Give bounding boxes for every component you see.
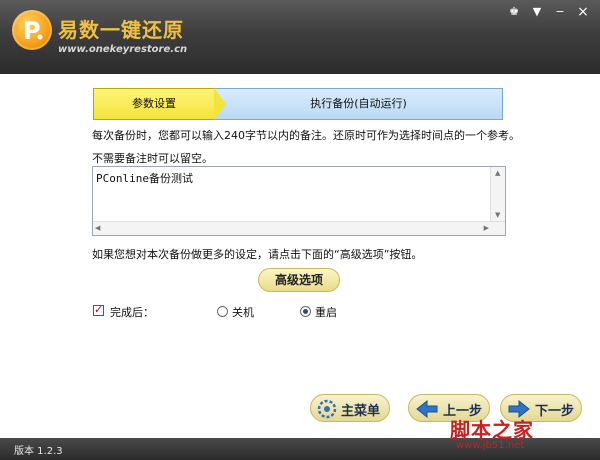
scroll-left-icon[interactable]: ◀ [95,224,100,232]
vertical-scrollbar[interactable]: ▲ ▼ [490,167,505,223]
horizontal-scrollbar[interactable]: ◀ ▶ [93,221,505,235]
version-label: 版本 1.2.3 [14,446,63,457]
advanced-hint: 如果您想对本次备份做更多的设定，请点击下面的“高级选项”按钮。 [92,248,423,261]
app-url: www.onekeyrestore.cn [58,44,188,55]
main-menu-icon [317,399,337,419]
step-arrow-icon [214,88,226,120]
advanced-options-button[interactable]: 高级选项 [258,268,340,292]
watermark-url: www.jb51.net [456,440,525,451]
main-menu-label: 主菜单 [341,404,381,419]
after-completion-label: 完成后： [110,306,154,319]
app-title: 易数一键还原 [58,18,184,42]
shutdown-label: 关机 [232,306,254,319]
svg-text:P: P [23,17,41,45]
scroll-right-icon[interactable]: ▶ [484,224,489,232]
scroll-down-icon[interactable]: ▼ [495,211,500,219]
backup-note-textarea[interactable]: PConline备份测试 ▲ ▼ ◀ ▶ [92,166,506,236]
backup-note-value: PConline备份测试 [96,172,193,185]
app-logo-icon: P [12,10,52,50]
restart-label: 重启 [315,306,337,319]
title-bar: P 易数一键还原 www.onekeyrestore.cn ♚ ▼ − × [0,0,600,74]
arrow-left-icon [416,399,438,419]
step-parameter-settings: 参数设置 [93,88,215,120]
main-menu-button[interactable]: 主菜单 [310,394,390,422]
watermark-text: 脚本之家 [450,418,534,442]
shutdown-radio[interactable] [217,306,228,317]
menu-dropdown-icon[interactable]: ▼ [528,4,546,20]
minimize-icon[interactable]: − [551,4,569,20]
after-completion-checkbox[interactable] [93,303,104,316]
scroll-up-icon[interactable]: ▲ [495,169,500,177]
note-instruction: 每次备份时，您都可以输入240字节以内的备注。还原时可作为选择时间点的一个参考。 [92,129,520,142]
next-step-label: 下一步 [535,404,575,419]
step-parameter-settings-label: 参数设置 [132,97,176,110]
skin-icon[interactable]: ♚ [505,4,523,20]
close-icon[interactable]: × [574,4,592,20]
step-indicator: 执行备份(自动运行) 参数设置 [93,88,503,120]
note-optional-hint: 不需要备注时可以留空。 [92,152,213,165]
restart-radio[interactable] [300,306,311,317]
step-execute-backup-label: 执行备份(自动运行) [310,97,407,110]
step-execute-backup: 执行备份(自动运行) [214,88,503,120]
